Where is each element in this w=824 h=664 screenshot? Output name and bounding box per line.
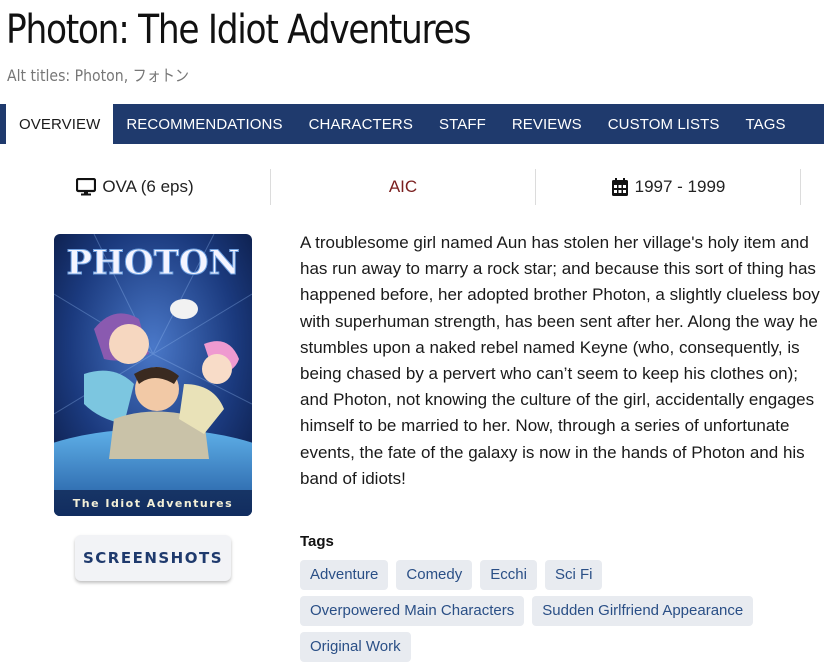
tab-reviews[interactable]: REVIEWS (499, 104, 595, 144)
cover-image: PHOTON The Idiot Adventures (54, 234, 252, 516)
tag-adventure[interactable]: Adventure (300, 560, 389, 590)
tag-sci-fi[interactable]: Sci Fi (544, 560, 603, 590)
tag-comedy[interactable]: Comedy (396, 560, 473, 590)
alt-titles: Alt titles: Photon, フォトン (7, 66, 189, 85)
synopsis: A troublesome girl named Aun has stolen … (300, 233, 820, 488)
format-text: OVA (6 eps) (102, 177, 194, 196)
tab-custom-lists[interactable]: CUSTOM LISTS (595, 104, 733, 144)
page-title: Photon: The Idiot Adventures (6, 7, 471, 53)
years-text: 1997 - 1999 (634, 177, 726, 196)
calendar-icon (611, 177, 628, 196)
tab-characters[interactable]: CHARACTERS (296, 104, 426, 144)
tab-staff[interactable]: STAFF (426, 104, 499, 144)
studio-info: AIC (271, 169, 536, 205)
tag-list: Adventure Comedy Ecchi Sci Fi Overpowere… (300, 560, 820, 662)
tags-heading: Tags (300, 533, 334, 550)
cover-logo: PHOTON (66, 243, 239, 283)
cover-subtitle: The Idiot Adventures (73, 497, 233, 510)
format-info: OVA (6 eps) (0, 169, 271, 205)
tab-recommendations[interactable]: RECOMMENDATIONS (113, 104, 295, 144)
years-info: 1997 - 1999 (536, 169, 801, 205)
tag-overpowered-main-characters[interactable]: Overpowered Main Characters (300, 596, 525, 626)
tab-bar: OVERVIEW RECOMMENDATIONS CHARACTERS STAF… (0, 104, 824, 144)
tag-sudden-girlfriend-appearance[interactable]: Sudden Girlfriend Appearance (532, 596, 754, 626)
info-bar: OVA (6 eps) AIC 1997 - 1999 (0, 168, 824, 206)
tab-overview[interactable]: OVERVIEW (6, 104, 114, 144)
tab-tags[interactable]: TAGS (733, 104, 799, 144)
tag-original-work[interactable]: Original Work (300, 632, 411, 662)
tag-ecchi[interactable]: Ecchi (480, 560, 537, 590)
studio-link[interactable]: AIC (389, 177, 417, 197)
monitor-icon (76, 178, 97, 196)
screenshots-button[interactable]: SCREENSHOTS (75, 535, 231, 581)
